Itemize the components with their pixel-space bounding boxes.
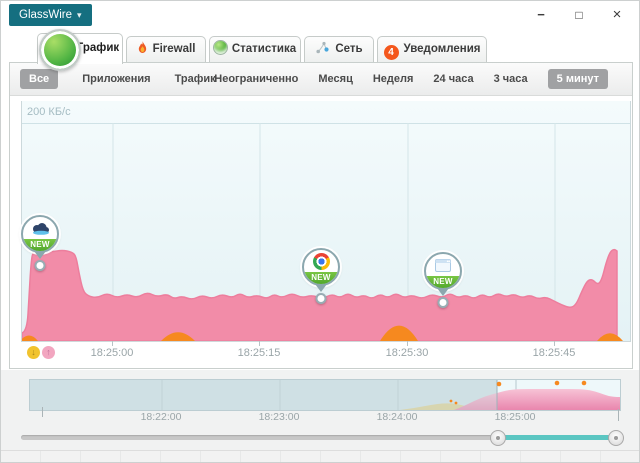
tab-network[interactable]: Сеть (304, 36, 374, 62)
tab-alerts-label: Уведомления (404, 43, 481, 55)
chevron-down-icon: ▾ (77, 10, 82, 20)
glasswire-window: GlassWire ▾ − □ × График Firewall Статист… (0, 0, 640, 463)
glasswire-menu-label: GlassWire (19, 9, 72, 21)
tab-statistics[interactable]: Статистика (209, 36, 301, 62)
new-badge: NEW (304, 272, 338, 284)
filter-traffic[interactable]: Трафик (175, 73, 216, 85)
tab-graph-label: График (77, 42, 119, 54)
x-axis-time-label: 18:25:30 (386, 347, 429, 359)
x-axis-tick (112, 341, 113, 346)
marker-windows-app[interactable]: NEW (424, 252, 462, 306)
range-week[interactable]: Неделя (373, 73, 414, 85)
statistics-sphere-icon (214, 41, 227, 54)
range-month[interactable]: Месяц (318, 73, 352, 85)
timeline-start-tick (42, 407, 43, 417)
time-slider-range (498, 435, 616, 440)
bottom-strip (1, 450, 640, 463)
timeline-time-label: 18:24:00 (377, 411, 418, 423)
marker-chrome[interactable]: NEW (302, 248, 340, 302)
time-slider-right-handle[interactable] (608, 430, 624, 446)
traffic-graph[interactable]: 200 КБ/с (21, 101, 631, 342)
tab-statistics-label: Статистика (232, 43, 296, 55)
traffic-chart-svg (22, 101, 630, 341)
network-nodes-icon (315, 39, 330, 64)
y-axis-label: 200 КБ/с (27, 106, 71, 118)
close-button[interactable]: × (605, 5, 629, 25)
timeline-time-label: 18:25:00 (495, 411, 536, 423)
filter-apps[interactable]: Приложения (82, 73, 150, 85)
flame-icon (137, 39, 148, 64)
marker-cloud-app[interactable]: NEW (21, 215, 59, 269)
cloud-app-icon (23, 219, 57, 238)
timeline-time-label: 18:23:00 (259, 411, 300, 423)
range-24h[interactable]: 24 часа (433, 73, 473, 85)
timeline-time-label: 18:22:00 (141, 411, 182, 423)
timeline-minimap[interactable] (29, 379, 621, 411)
tab-firewall[interactable]: Firewall (126, 36, 206, 62)
range-5min[interactable]: 5 минут (548, 69, 608, 89)
new-badge: NEW (23, 239, 57, 251)
time-slider-left-handle[interactable] (490, 430, 506, 446)
glasswire-menu-button[interactable]: GlassWire ▾ (9, 4, 92, 26)
filter-bar: ВсеПриложенияТрафик НеограниченноМесяцНе… (10, 63, 632, 96)
range-3h[interactable]: 3 часа (494, 73, 528, 85)
minimize-button[interactable]: − (529, 5, 553, 25)
glasswire-logo-icon (39, 29, 81, 71)
tab-firewall-label: Firewall (153, 43, 196, 55)
x-axis-tick (407, 341, 408, 346)
tab-alerts[interactable]: 4 Уведомления (377, 36, 487, 62)
filter-all[interactable]: Все (20, 69, 58, 89)
range-unlimited[interactable]: Неограниченно (214, 73, 298, 85)
chrome-icon (304, 252, 338, 271)
maximize-button[interactable]: □ (567, 5, 591, 25)
alerts-count-badge: 4 (384, 45, 399, 60)
download-arrow-icon: ↓ (27, 346, 40, 359)
filter-group-right: Неограниченно Месяц Неделя 24 часа 3 часа 5 м… (214, 63, 608, 95)
timeline-end-tick (618, 409, 619, 421)
x-axis-time-label: 18:25:45 (533, 347, 576, 359)
x-axis-time-label: 18:25:00 (91, 347, 134, 359)
windows-app-icon (426, 256, 460, 275)
new-badge: NEW (426, 276, 460, 288)
tab-network-label: Сеть (335, 43, 362, 55)
x-axis-tick (259, 341, 260, 346)
upload-arrow-icon: ↑ (42, 346, 55, 359)
x-axis-tick (554, 341, 555, 346)
x-axis-time-label: 18:25:15 (238, 347, 281, 359)
